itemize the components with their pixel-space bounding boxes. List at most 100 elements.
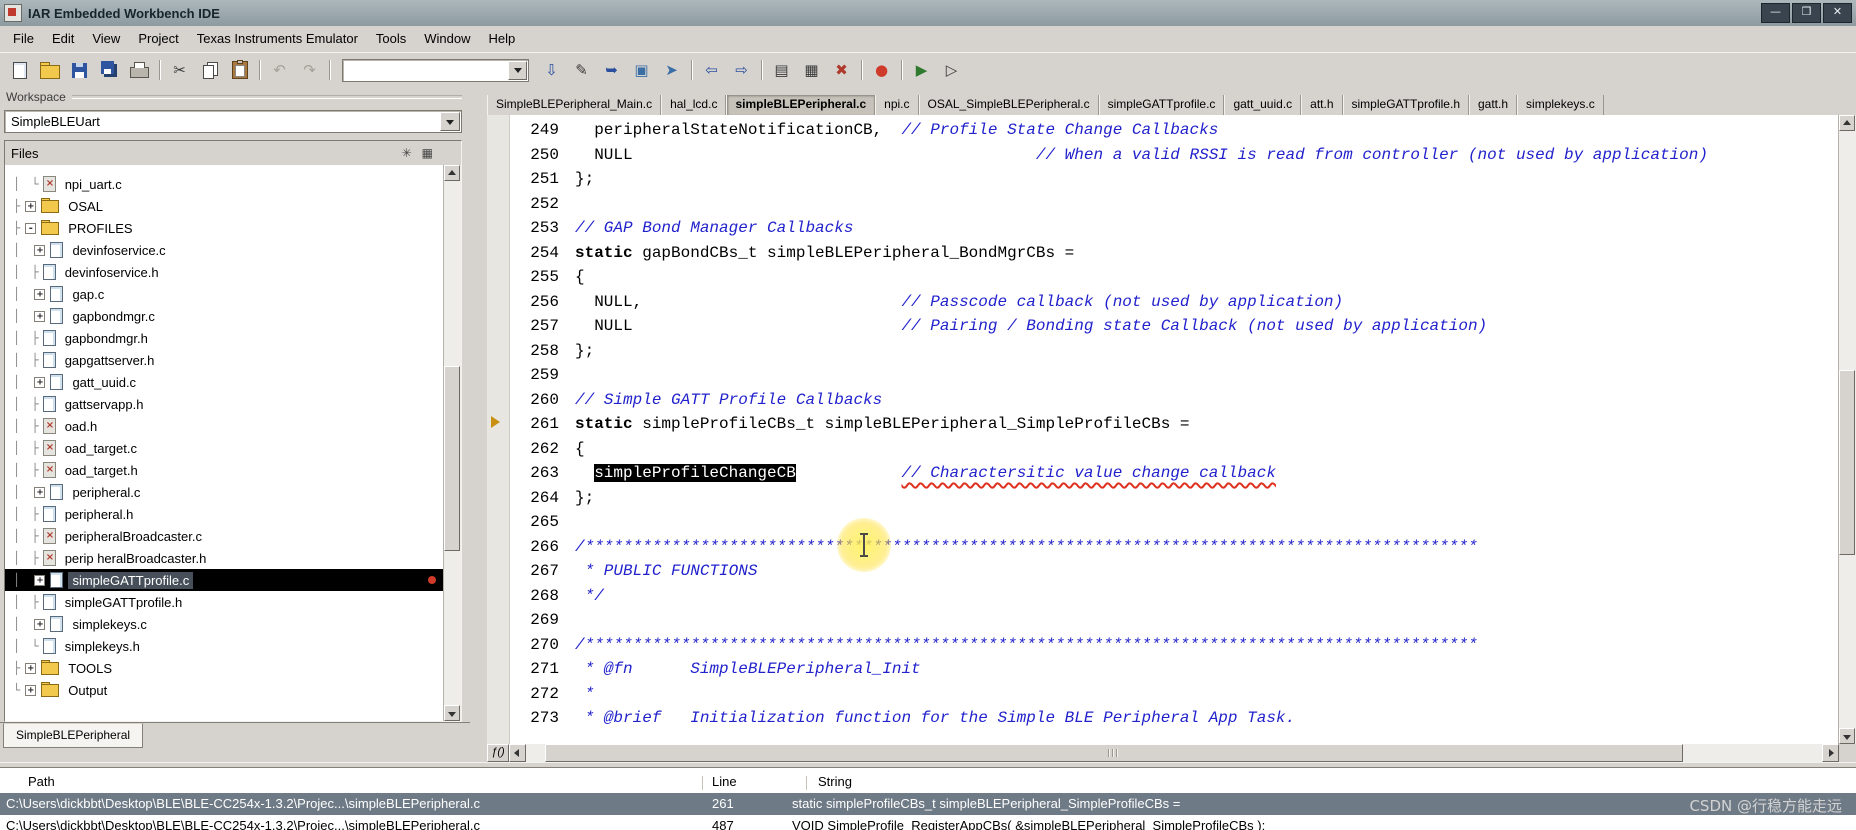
scroll-down-button[interactable] — [1839, 728, 1855, 744]
tree-item[interactable]: │ ├ oad_target.h — [5, 459, 444, 481]
expand-toggle-icon[interactable]: + — [34, 486, 46, 498]
replace-button[interactable]: ✎ — [567, 57, 596, 83]
scroll-down-button[interactable] — [444, 705, 460, 721]
file-tree-scrollbar[interactable] — [443, 165, 461, 721]
next-bookmark-button[interactable]: ➤ — [657, 57, 686, 83]
column-header-path[interactable]: Path — [28, 774, 55, 789]
toggle-breakpoint-button[interactable]: ● — [867, 57, 896, 83]
code-line[interactable]: 266 /************************************… — [487, 535, 1839, 560]
expand-toggle-icon[interactable]: + — [34, 618, 46, 630]
code-line[interactable]: 252 — [487, 192, 1839, 217]
menu-texas-instruments-emulator[interactable]: Texas Instruments Emulator — [188, 26, 367, 52]
column-header-line[interactable]: Line — [712, 774, 737, 789]
expand-toggle-icon[interactable]: + — [34, 376, 46, 388]
editor-tab[interactable]: simpleGATTprofile.c — [1098, 95, 1225, 115]
editor-tab[interactable]: gatt_uuid.c — [1224, 95, 1302, 115]
vertical-splitter[interactable] — [470, 86, 487, 762]
code-line[interactable]: 250 NULL // When a valid RSSI is read fr… — [487, 143, 1839, 168]
tree-item[interactable]: │ + simpleGATTprofile.c — [5, 569, 444, 591]
code-line[interactable]: 269 — [487, 608, 1839, 633]
editor-tab[interactable]: hal_lcd.c — [661, 95, 727, 115]
tree-item[interactable]: ├ + OSAL — [5, 195, 444, 217]
tree-item[interactable]: ├ - PROFILES — [5, 217, 444, 239]
code-editor[interactable]: 249 peripheralStateNotificationCB, // Pr… — [487, 115, 1839, 744]
paste-button[interactable] — [225, 57, 254, 83]
editor-tab[interactable]: simplekeys.c — [1517, 95, 1604, 115]
cut-button[interactable]: ✂ — [165, 57, 194, 83]
scroll-up-button[interactable] — [444, 165, 460, 181]
expand-toggle-icon[interactable]: + — [25, 684, 37, 696]
tree-item[interactable]: │ + devinfoservice.c — [5, 239, 444, 261]
code-line[interactable]: 262 { — [487, 437, 1839, 462]
scroll-up-button[interactable] — [1839, 115, 1855, 131]
expand-toggle-icon[interactable]: + — [34, 310, 46, 322]
code-line[interactable]: 268 */ — [487, 584, 1839, 609]
navigate-backward-button[interactable]: ⇦ — [697, 57, 726, 83]
tree-item[interactable]: ├ + TOOLS — [5, 657, 444, 679]
editor-tab[interactable]: simpleGATTprofile.h — [1342, 95, 1469, 115]
save-button[interactable] — [65, 57, 94, 83]
code-line[interactable]: 271 * @fn SimpleBLEPeripheral_Init — [487, 657, 1839, 682]
close-button[interactable]: ✕ — [1823, 3, 1852, 23]
tree-item[interactable]: │ + peripheral.c — [5, 481, 444, 503]
tree-item[interactable]: │ ├ oad_target.c — [5, 437, 444, 459]
code-line[interactable]: 253 // GAP Bond Manager Callbacks — [487, 216, 1839, 241]
expand-toggle-icon[interactable]: + — [25, 662, 37, 674]
editor-vertical-scrollbar[interactable] — [1838, 115, 1856, 744]
new-file-button[interactable] — [5, 57, 34, 83]
scrollbar-thumb[interactable] — [444, 366, 460, 551]
scrollbar-thumb[interactable] — [545, 744, 1683, 762]
editor-tab[interactable]: npi.c — [875, 95, 919, 115]
undo-button[interactable]: ↶ — [265, 57, 294, 83]
menu-project[interactable]: Project — [129, 26, 187, 52]
code-line[interactable]: 260 // Simple GATT Profile Callbacks — [487, 388, 1839, 413]
expand-toggle-icon[interactable]: + — [34, 244, 46, 256]
maximize-button[interactable]: ❐ — [1792, 3, 1821, 23]
code-line[interactable]: 263 simpleProfileChangeCB // Charactersi… — [487, 461, 1839, 486]
scroll-right-button[interactable] — [1822, 744, 1839, 762]
column-header-string[interactable]: String — [818, 774, 852, 789]
editor-tab[interactable]: SimpleBLEPeripheral_Main.c — [487, 95, 662, 115]
code-line[interactable]: 267 * PUBLIC FUNCTIONS — [487, 559, 1839, 584]
expand-toggle-icon[interactable]: - — [25, 222, 37, 234]
menu-help[interactable]: Help — [480, 26, 525, 52]
workspace-tab-simplebleperipheral[interactable]: SimpleBLEPeripheral — [3, 723, 144, 748]
minimize-button[interactable]: — — [1761, 3, 1790, 23]
code-line[interactable]: 254 static gapBondCBs_t simpleBLEPeripher… — [487, 241, 1839, 266]
scrollbar-track[interactable] — [526, 744, 1822, 762]
tree-item[interactable]: │ ├ perip heralBroadcaster.h — [5, 547, 444, 569]
tree-item[interactable]: │ + simplekeys.c — [5, 613, 444, 635]
build-target-dropdown[interactable]: SimpleBLEUart — [4, 110, 462, 133]
scroll-left-button[interactable] — [509, 744, 526, 762]
expand-toggle-icon[interactable]: + — [34, 288, 46, 300]
editor-tab[interactable]: simpleBLEPeripheral.c — [726, 95, 876, 115]
scrollbar-thumb[interactable] — [1839, 370, 1855, 555]
save-all-button[interactable] — [95, 57, 124, 83]
combo-dropdown-button[interactable] — [508, 60, 527, 80]
build-target-dropdown-button[interactable] — [440, 112, 460, 131]
tree-item[interactable]: │ ├ peripheralBroadcaster.c — [5, 525, 444, 547]
print-button[interactable] — [125, 57, 154, 83]
code-line[interactable]: 259 — [487, 363, 1839, 388]
navigate-forward-button[interactable]: ⇨ — [727, 57, 756, 83]
goto-line-button[interactable]: ➥ — [597, 57, 626, 83]
code-line[interactable]: 258}; — [487, 339, 1839, 364]
stop-build-button[interactable]: ✖ — [827, 57, 856, 83]
code-line[interactable]: 265 — [487, 510, 1839, 535]
debug-without-downloading-button[interactable]: ▷ — [937, 57, 966, 83]
make-button[interactable]: ▦ — [797, 57, 826, 83]
editor-horizontal-scrollbar[interactable]: ƒ() — [487, 744, 1839, 762]
column-divider[interactable] — [702, 776, 703, 790]
tree-item[interactable]: │ ├ devinfoservice.h — [5, 261, 444, 283]
toggle-bookmark-button[interactable]: ▣ — [627, 57, 656, 83]
code-line[interactable]: 256 NULL, // Passcode callback (not used… — [487, 290, 1839, 315]
code-line[interactable]: 257 NULL // Pairing / Bonding state Call… — [487, 314, 1839, 339]
expand-toggle-icon[interactable]: + — [25, 200, 37, 212]
code-line[interactable]: 264}; — [487, 486, 1839, 511]
result-row[interactable]: C:\Users\dickbbt\Desktop\BLE\BLE-CC254x-… — [0, 793, 1856, 815]
column-divider[interactable] — [806, 776, 807, 790]
tree-item[interactable]: │ ├ oad.h — [5, 415, 444, 437]
code-line[interactable]: 272 * — [487, 682, 1839, 707]
editor-tab[interactable]: gatt.h — [1469, 95, 1518, 115]
tree-item[interactable]: └ + Output — [5, 679, 444, 701]
